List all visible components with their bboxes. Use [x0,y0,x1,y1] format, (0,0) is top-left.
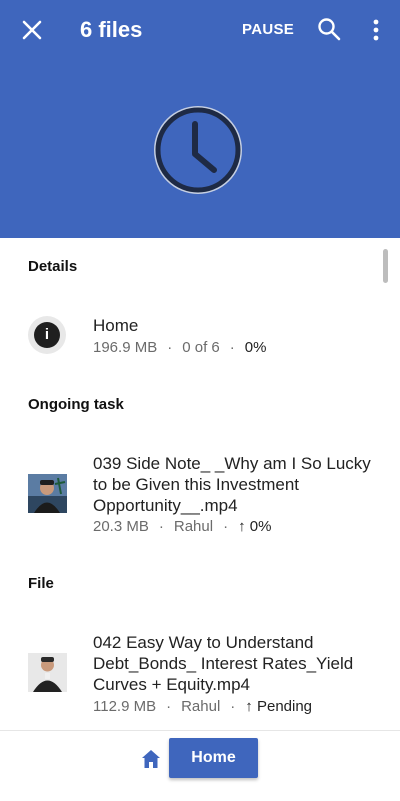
close-icon[interactable] [18,16,46,44]
ongoing-item-meta: 20.3 MB · Rahul · ↑ 0% [93,517,271,537]
search-icon[interactable] [316,16,342,42]
upload-arrow-icon: ↑ [238,518,246,535]
file-heading: File [28,575,54,592]
separator-dot: · [158,518,164,535]
separator-dot: · [166,698,172,715]
separator-dot: · [167,339,173,356]
file-item-title[interactable]: 042 Easy Way to Understand Debt_Bonds_ I… [93,632,383,695]
separator-dot: · [229,339,235,356]
details-percent: 0% [244,339,267,356]
video-thumbnail [28,474,67,513]
separator-dot: · [223,518,229,535]
upload-arrow-icon: ↑ [245,698,253,715]
video-thumbnail [28,653,67,692]
home-icon[interactable] [140,748,162,770]
ongoing-item-title[interactable]: 039 Side Note_ _Why am I So Lucky to be … [93,453,383,516]
ongoing-size: 20.3 MB [93,518,149,535]
scrollbar[interactable] [383,249,388,283]
clock-icon [150,102,246,198]
details-item-meta: 196.9 MB · 0 of 6 · 0% [93,338,266,358]
pause-button[interactable]: PAUSE [242,19,294,41]
details-heading: Details [28,258,78,275]
details-size: 196.9 MB [93,339,158,356]
file-item-meta: 112.9 MB · Rahul · ↑ Pending [93,697,312,717]
file-status: Pending [256,698,313,715]
details-item-title[interactable]: Home [93,315,383,336]
file-size: 112.9 MB [93,698,157,715]
ongoing-status: 0% [249,518,272,535]
home-button[interactable]: Home [169,738,258,778]
details-count: 0 of 6 [182,339,220,356]
page-title: 6 files [80,17,143,42]
separator-dot: · [230,698,236,715]
more-vert-icon[interactable] [368,16,384,44]
header: 6 files PAUSE [0,0,400,238]
file-owner: Rahul [181,698,221,715]
ongoing-heading: Ongoing task [28,396,124,413]
info-icon: i [28,316,66,354]
ongoing-owner: Rahul [173,518,214,535]
